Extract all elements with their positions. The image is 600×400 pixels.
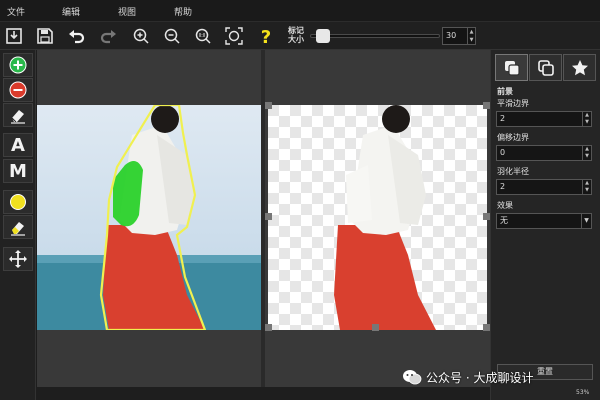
resize-handle-bottom[interactable] [372, 324, 379, 331]
save-icon [37, 28, 53, 44]
zoom-in-button[interactable] [130, 25, 152, 47]
undo-icon [69, 30, 85, 44]
down-arrow-icon[interactable]: ▼ [583, 119, 591, 126]
minus-circle-icon [9, 81, 27, 99]
section-title: 前景 [497, 87, 513, 96]
move-tool[interactable] [3, 247, 33, 271]
eraser-tool[interactable] [3, 103, 33, 127]
menu-view[interactable]: 视图 [118, 5, 136, 18]
zoom-fit-icon [225, 27, 243, 45]
help-icon: ? [261, 27, 271, 45]
source-image[interactable] [37, 105, 261, 330]
resize-handle-left[interactable] [265, 213, 272, 220]
smooth-spinbox[interactable]: 2 ▲ ▼ [496, 111, 592, 127]
slider-thumb[interactable] [316, 29, 330, 43]
wechat-icon [403, 370, 422, 385]
effect-select[interactable]: 无 ▼ [496, 213, 592, 229]
smooth-label: 平滑边界 [497, 99, 529, 108]
download-icon [6, 28, 22, 44]
feather-arrows[interactable]: ▲ ▼ [582, 180, 591, 194]
smooth-arrows[interactable]: ▲ ▼ [582, 112, 591, 126]
redo-button[interactable] [97, 25, 119, 47]
zoom-actual-icon [195, 28, 211, 44]
down-arrow-icon[interactable]: ▼ [583, 187, 591, 194]
undo-button[interactable] [66, 25, 88, 47]
resize-handle-right[interactable] [483, 213, 490, 220]
auto-select-tool-a[interactable]: A [3, 133, 33, 157]
resize-handle-top-left[interactable] [265, 102, 272, 109]
move-icon [9, 250, 27, 268]
marker-color-tool[interactable] [3, 190, 33, 214]
spin-arrows[interactable]: ▲ ▼ [467, 28, 475, 44]
manual-select-tool-m[interactable]: M [3, 159, 33, 183]
offset-label: 偏移边界 [497, 133, 529, 142]
effect-value[interactable]: 无 [497, 214, 581, 228]
eraser-yellow-icon [11, 222, 25, 236]
feather-spinbox[interactable]: 2 ▲ ▼ [496, 179, 592, 195]
offset-value[interactable]: 0 [497, 146, 582, 160]
svg-text:?: ? [261, 27, 271, 45]
add-background-tool[interactable] [3, 78, 33, 102]
result-photo-graphic [268, 105, 487, 330]
up-arrow-icon[interactable]: ▲ [583, 112, 591, 119]
result-image[interactable] [268, 105, 487, 330]
resize-handle-top-right[interactable] [483, 102, 490, 109]
chevron-down-icon[interactable]: ▼ [581, 214, 591, 228]
resize-handle-bottom-left[interactable] [265, 324, 272, 331]
menu-edit[interactable]: 编辑 [62, 5, 80, 18]
settings-panel: 前景 平滑边界 2 ▲ ▼ 偏移边界 0 ▲ ▼ 羽化半径 2 ▲ ▼ 效果 无 ▼ … [490, 50, 600, 400]
zoom-level: 53% [576, 389, 590, 396]
spin-down-icon[interactable]: ▼ [468, 36, 475, 44]
open-button[interactable] [3, 25, 25, 47]
star-icon [571, 59, 588, 75]
up-arrow-icon[interactable]: ▲ [583, 146, 591, 153]
menu-bar: 文件 编辑 视图 帮助 [0, 0, 600, 22]
feather-value[interactable]: 2 [497, 180, 582, 194]
zoom-actual-button[interactable] [192, 25, 214, 47]
watermark-text: 公众号 · 大成聊设计 [426, 370, 534, 385]
toolbar: ? 标记大小 30 ▲ ▼ [0, 22, 600, 50]
mark-size-value[interactable]: 30 [443, 28, 467, 44]
marker-eraser-tool[interactable] [3, 215, 33, 239]
watermark: 公众号 · 大成聊设计 [402, 367, 533, 387]
spin-up-icon[interactable]: ▲ [468, 28, 475, 36]
offset-spinbox[interactable]: 0 ▲ ▼ [496, 145, 592, 161]
source-photo-graphic [37, 105, 261, 330]
eraser-icon [11, 110, 25, 124]
redo-icon [100, 30, 116, 44]
tab-favorites[interactable] [563, 54, 596, 81]
mark-size-label: 标记大小 [288, 26, 304, 44]
resize-handle-bottom-right[interactable] [483, 324, 490, 331]
tool-strip: A M [0, 50, 36, 400]
menu-help[interactable]: 帮助 [174, 5, 192, 18]
up-arrow-icon[interactable]: ▲ [583, 180, 591, 187]
result-canvas[interactable] [265, 50, 490, 387]
zoom-out-button[interactable] [161, 25, 183, 47]
menu-file[interactable]: 文件 [7, 5, 25, 18]
smooth-value[interactable]: 2 [497, 112, 582, 126]
source-canvas[interactable] [37, 50, 261, 387]
down-arrow-icon[interactable]: ▼ [583, 153, 591, 160]
tab-foreground[interactable] [495, 54, 528, 81]
effect-label: 效果 [497, 201, 513, 210]
mark-size-slider[interactable] [310, 29, 440, 43]
plus-circle-icon [9, 56, 27, 74]
help-button[interactable]: ? [255, 25, 277, 47]
tab-background[interactable] [529, 54, 562, 81]
offset-arrows[interactable]: ▲ ▼ [582, 146, 591, 160]
save-button[interactable] [34, 25, 56, 47]
mark-size-spinbox[interactable]: 30 ▲ ▼ [442, 27, 476, 45]
layers-filled-icon [504, 60, 520, 76]
zoom-in-icon [133, 28, 149, 44]
yellow-dot-icon [10, 194, 26, 210]
layers-outline-icon [537, 59, 554, 76]
zoom-fit-button[interactable] [223, 25, 245, 47]
zoom-out-icon [164, 28, 180, 44]
add-foreground-tool[interactable] [3, 53, 33, 77]
feather-label: 羽化半径 [497, 167, 529, 176]
